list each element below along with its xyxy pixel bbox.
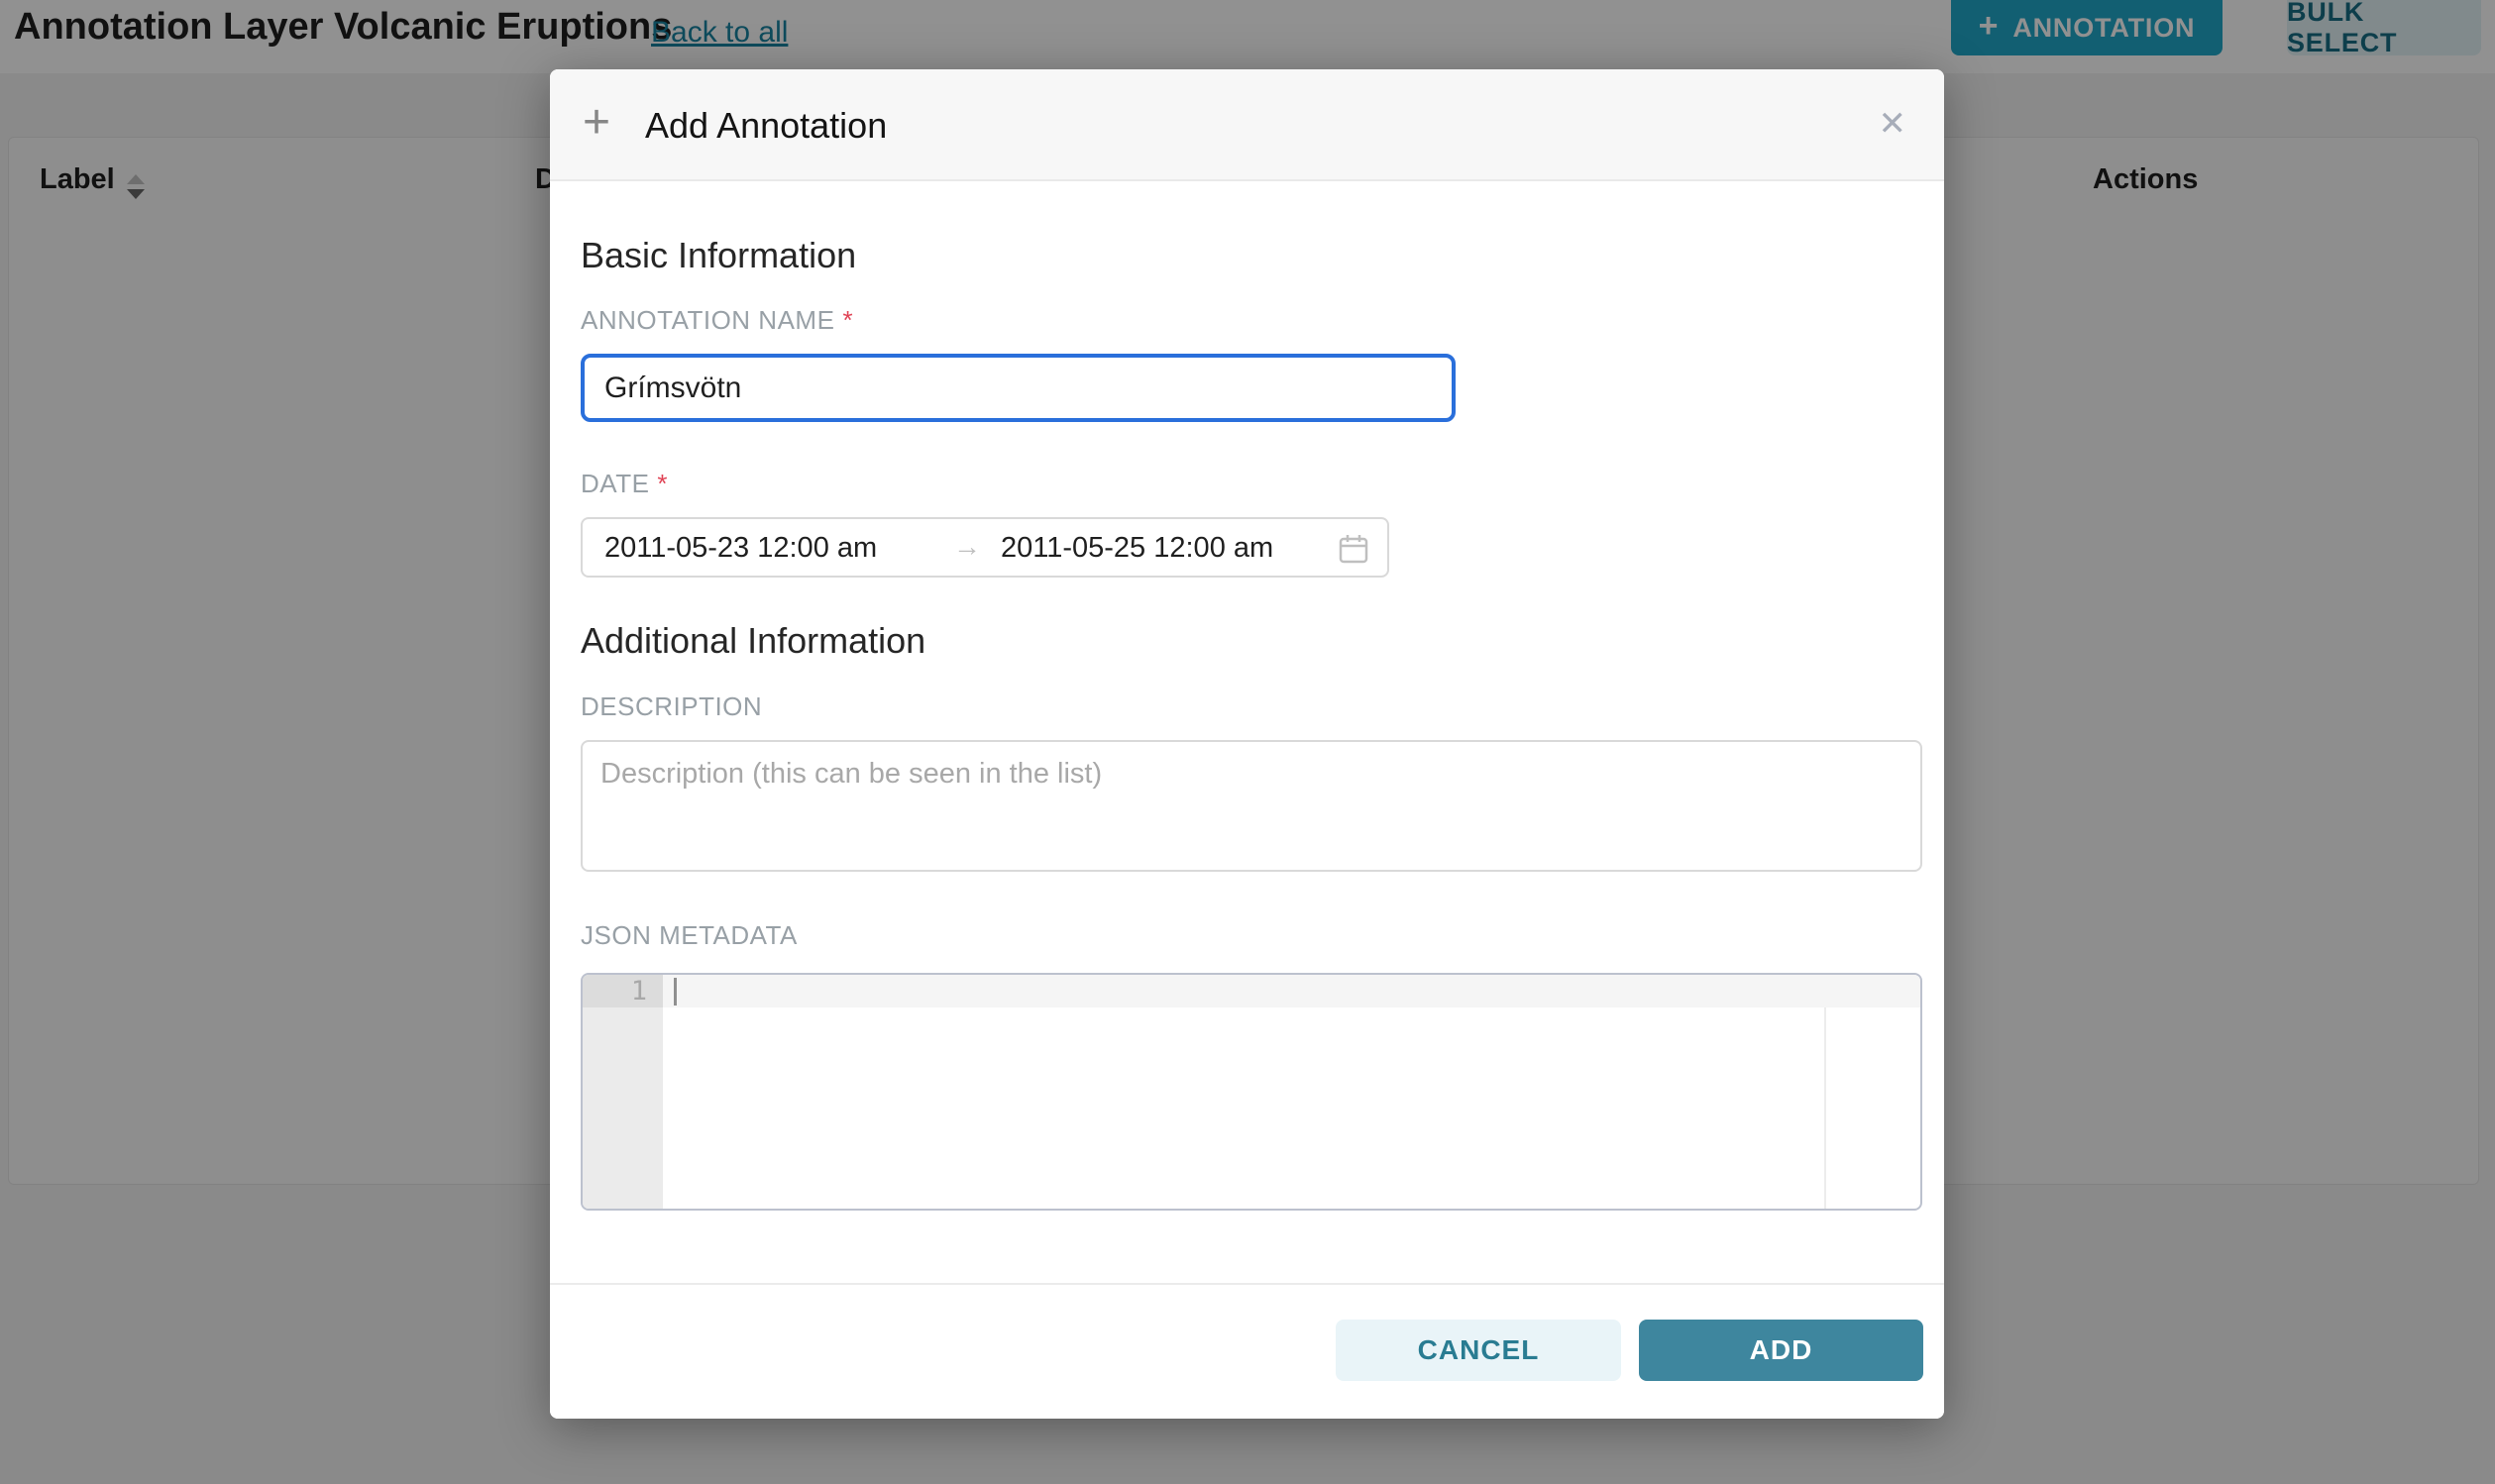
date-label: DATE* xyxy=(581,469,668,499)
plus-icon: + xyxy=(583,99,610,147)
modal-footer: CANCEL ADD xyxy=(550,1283,1944,1419)
date-start-value[interactable]: 2011-05-23 12:00 am xyxy=(604,532,877,565)
calendar-icon xyxy=(1338,533,1369,570)
close-icon[interactable]: ✕ xyxy=(1879,107,1907,141)
cancel-button[interactable]: CANCEL xyxy=(1336,1320,1621,1381)
editor-cursor xyxy=(674,978,677,1006)
editor-line-number: 1 xyxy=(583,975,663,1007)
date-end-value[interactable]: 2011-05-25 12:00 am xyxy=(1001,532,1273,565)
range-arrow-icon: → xyxy=(953,531,981,563)
date-range-picker[interactable]: 2011-05-23 12:00 am → 2011-05-25 12:00 a… xyxy=(581,517,1389,578)
modal-title: Add Annotation xyxy=(645,105,887,147)
annotation-name-input[interactable] xyxy=(581,354,1456,422)
json-metadata-editor[interactable]: 1 xyxy=(581,973,1922,1211)
modal-header: + Add Annotation ✕ xyxy=(550,69,1944,181)
section-basic-information: Basic Information xyxy=(581,235,856,276)
description-textarea[interactable] xyxy=(581,740,1922,872)
json-metadata-label: JSON METADATA xyxy=(581,920,798,951)
add-annotation-modal: + Add Annotation ✕ Basic Information ANN… xyxy=(550,69,1944,1419)
description-label: DESCRIPTION xyxy=(581,691,762,722)
required-asterisk: * xyxy=(657,469,668,498)
required-asterisk: * xyxy=(842,305,853,335)
editor-active-line xyxy=(663,975,1920,1007)
add-button[interactable]: ADD xyxy=(1639,1320,1923,1381)
annotation-name-label: ANNOTATION NAME* xyxy=(581,305,853,336)
editor-gutter xyxy=(583,975,663,1209)
section-additional-information: Additional Information xyxy=(581,620,925,662)
editor-print-margin xyxy=(1824,1007,1826,1209)
